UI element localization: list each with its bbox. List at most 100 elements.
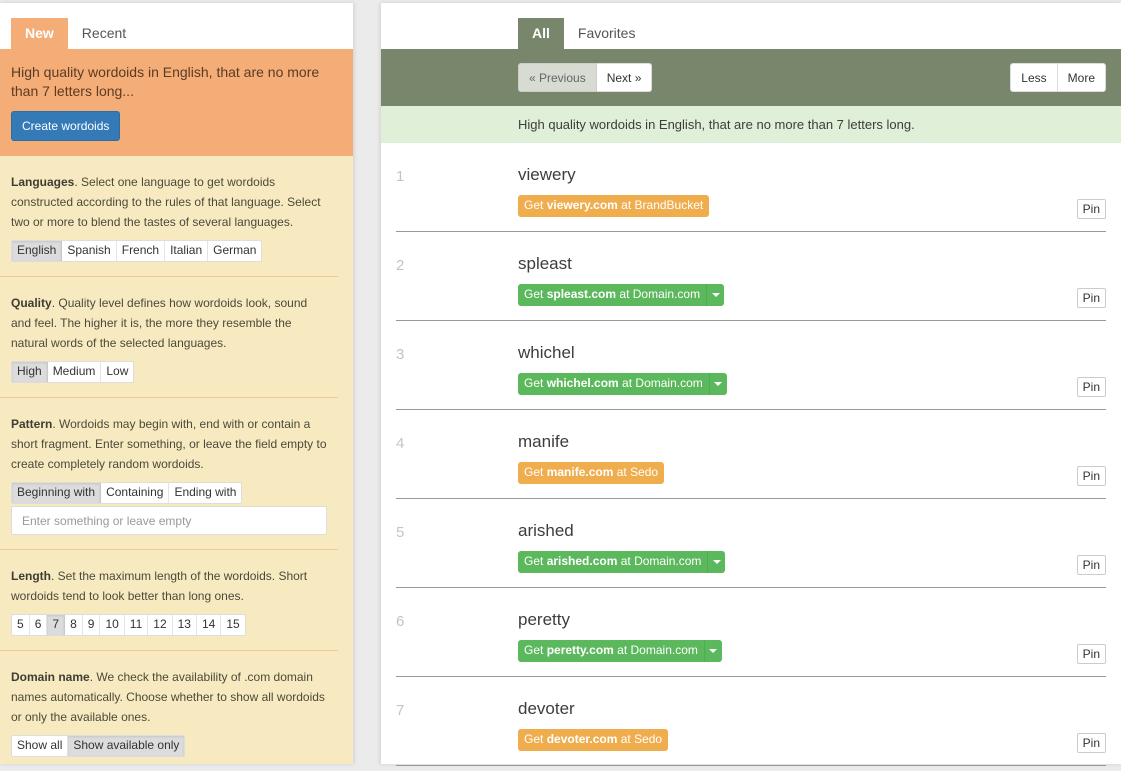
pattern-beginning-with[interactable]: Beginning with <box>12 483 102 503</box>
result-word: whichel <box>518 343 575 362</box>
quality-low[interactable]: Low <box>101 362 133 382</box>
show-available-only-option[interactable]: Show available only <box>68 736 185 756</box>
result-word: manife <box>518 432 570 451</box>
length-option-9[interactable]: 9 <box>83 615 101 635</box>
result-row: 3 whichel Get whichel.com at Domain.com Pin <box>396 321 1106 410</box>
pattern-containing[interactable]: Containing <box>101 483 170 503</box>
registrar-name: Domain.com <box>635 376 703 390</box>
length-option-15[interactable]: 15 <box>221 615 244 635</box>
pattern-input[interactable] <box>11 506 327 535</box>
result-row: 2 spleast Get spleast.com at Domain.com Pin <box>396 232 1106 321</box>
result-number: 3 <box>396 346 405 363</box>
pattern-section: Pattern. Wordoids may begin with, end wi… <box>0 398 338 550</box>
length-option-7[interactable]: 7 <box>47 615 66 635</box>
language-french[interactable]: French <box>117 241 166 261</box>
result-word: peretty <box>518 610 570 629</box>
pin-button[interactable]: Pin <box>1076 377 1106 397</box>
results-summary: High quality wordoids in English, that a… <box>381 106 1121 143</box>
length-option-11[interactable]: 11 <box>125 615 149 635</box>
get-domain-button[interactable]: Get manife.com at Sedo <box>518 462 665 484</box>
result-row: 7 devoter Get devoter.com at Sedo Pin <box>396 677 1106 766</box>
length-option-13[interactable]: 13 <box>173 615 197 635</box>
tab-recent[interactable]: Recent <box>68 18 140 49</box>
length-option-14[interactable]: 14 <box>197 615 222 635</box>
pin-button[interactable]: Pin <box>1076 288 1106 308</box>
tab-all[interactable]: All <box>518 18 564 49</box>
caret-down-icon <box>711 293 720 297</box>
result-row: 6 peretty Get peretty.com at Domain.com Pin <box>396 588 1106 677</box>
pattern-ending-with[interactable]: Ending with <box>169 483 241 503</box>
pattern-description: . Wordoids may begin with, end with or c… <box>11 417 327 471</box>
length-selector: 5 6 7 8 9 10 11 12 13 14 15 <box>11 614 246 636</box>
right-tabbar: All Favorites <box>381 3 1121 49</box>
registrar-name: Domain.com <box>634 554 702 568</box>
caret-down-icon <box>709 649 718 653</box>
quality-description: . Quality level defines how wordoids loo… <box>11 296 308 350</box>
domain-section: Domain name. We check the availability o… <box>0 651 338 771</box>
quality-medium[interactable]: Medium <box>48 362 102 382</box>
languages-selector: English Spanish French Italian German <box>11 240 263 262</box>
language-german[interactable]: German <box>208 241 261 261</box>
get-domain-button[interactable]: Get arished.com at Domain.com <box>518 551 726 573</box>
pager: « Previous Next » <box>518 63 653 92</box>
next-button[interactable]: Next » <box>596 63 653 92</box>
settings-panel: New Recent High quality wordoids in Engl… <box>0 3 353 764</box>
show-all-option[interactable]: Show all <box>12 736 69 756</box>
pin-button[interactable]: Pin <box>1076 466 1106 486</box>
result-number: 6 <box>396 613 405 630</box>
get-domain-button[interactable]: Get whichel.com at Domain.com <box>518 373 727 395</box>
length-option-10[interactable]: 10 <box>100 615 125 635</box>
pin-button[interactable]: Pin <box>1076 644 1106 664</box>
length-description: . Set the maximum length of the wordoids… <box>11 569 308 603</box>
get-domain-button[interactable]: Get spleast.com at Domain.com <box>518 284 725 306</box>
get-domain-label: Get arished.com at Domain.com <box>524 554 702 568</box>
result-number: 7 <box>396 702 405 719</box>
left-tabbar: New Recent <box>0 3 353 49</box>
languages-title: Languages <box>11 175 75 189</box>
results-panel: All Favorites « Previous Next » Less Mor… <box>381 3 1121 766</box>
get-domain-button[interactable]: Get devoter.com at Sedo <box>518 729 669 751</box>
result-word: devoter <box>518 699 575 718</box>
tab-new[interactable]: New <box>11 18 68 49</box>
length-option-6[interactable]: 6 <box>30 615 48 635</box>
pin-button[interactable]: Pin <box>1076 199 1106 219</box>
registrar-dropdown-toggle[interactable] <box>707 551 725 573</box>
length-title: Length <box>11 569 51 583</box>
result-row: 4 manife Get manife.com at Sedo Pin <box>396 410 1106 499</box>
create-wordoids-button[interactable]: Create wordoids <box>11 111 121 141</box>
language-english[interactable]: English <box>12 241 63 261</box>
quality-title: Quality <box>11 296 52 310</box>
language-spanish[interactable]: Spanish <box>62 241 117 261</box>
length-option-12[interactable]: 12 <box>148 615 173 635</box>
registrar-dropdown-toggle[interactable] <box>703 640 722 662</box>
pin-button[interactable]: Pin <box>1076 555 1106 575</box>
get-domain-label: Get peretty.com at Domain.com <box>524 643 698 657</box>
registrar-dropdown-toggle[interactable] <box>708 373 727 395</box>
tab-favorites[interactable]: Favorites <box>564 18 650 49</box>
length-option-5[interactable]: 5 <box>12 615 30 635</box>
registrar-dropdown-toggle[interactable] <box>706 284 724 306</box>
length-option-8[interactable]: 8 <box>65 615 83 635</box>
domain-filter-selector: Show all Show available only <box>11 735 186 757</box>
quality-high[interactable]: High <box>12 362 48 382</box>
domain-title: Domain name <box>11 670 90 684</box>
get-domain-label: Get manife.com at Sedo <box>524 465 659 479</box>
size-controls: Less More <box>1010 63 1106 92</box>
domain-name: devoter.com <box>546 732 618 746</box>
previous-button[interactable]: « Previous <box>518 63 597 92</box>
caret-down-icon <box>712 560 721 564</box>
get-domain-button[interactable]: Get viewery.com at BrandBucket <box>518 195 710 217</box>
registrar-name: Domain.com <box>632 287 701 301</box>
get-domain-label: Get spleast.com at Domain.com <box>524 287 701 301</box>
get-domain-button[interactable]: Get peretty.com at Domain.com <box>518 640 722 662</box>
less-button[interactable]: Less <box>1010 63 1058 92</box>
language-italian[interactable]: Italian <box>165 241 209 261</box>
result-number: 2 <box>396 257 405 274</box>
pin-button[interactable]: Pin <box>1076 733 1106 753</box>
more-button[interactable]: More <box>1056 63 1106 92</box>
domain-name: arished.com <box>546 554 618 568</box>
registrar-name: Sedo <box>630 465 659 479</box>
get-domain-label: Get devoter.com at Sedo <box>524 732 663 746</box>
quality-section: Quality. Quality level defines how wordo… <box>0 277 338 398</box>
hero-text: High quality wordoids in English, that a… <box>11 64 320 99</box>
